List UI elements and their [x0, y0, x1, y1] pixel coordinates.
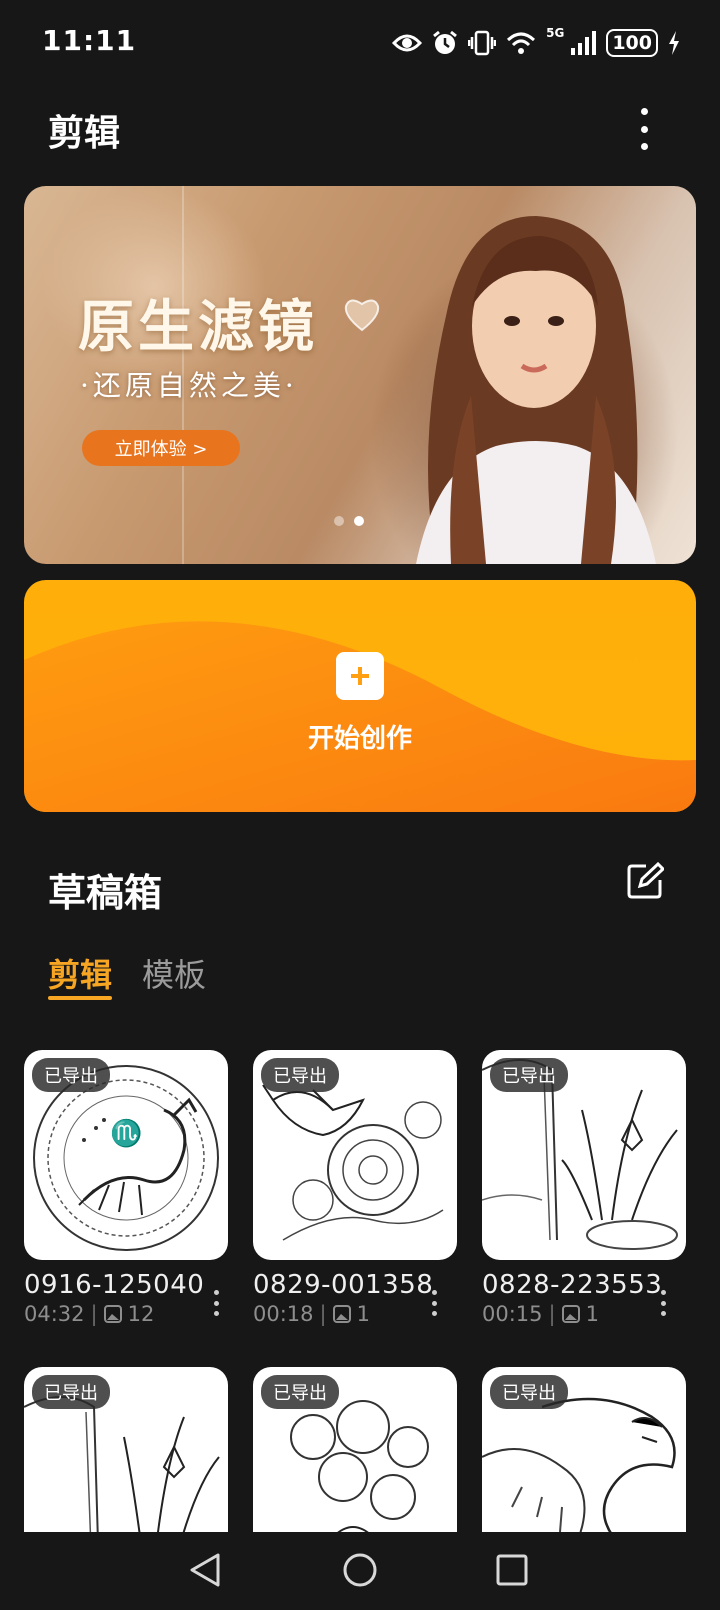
draft-duration: 00:15	[482, 1302, 543, 1326]
draft-clip-count: 1	[356, 1302, 370, 1326]
back-icon[interactable]	[188, 1552, 222, 1588]
meta-separator: |	[319, 1302, 327, 1326]
exported-badge: 已导出	[490, 1375, 568, 1409]
recents-icon[interactable]	[496, 1554, 528, 1586]
exported-badge: 已导出	[32, 1375, 110, 1409]
home-icon[interactable]	[342, 1552, 378, 1588]
alarm-icon	[433, 30, 458, 54]
meta-separator: |	[548, 1302, 556, 1326]
status-icons: 5G 100	[392, 26, 680, 60]
draft-thumbnail[interactable]: 已导出	[253, 1050, 457, 1260]
banner-title: 原生滤镜	[78, 294, 318, 360]
draft-item[interactable]: 已导出 0829-001358 00:18 | 1	[253, 1050, 457, 1326]
exported-badge: 已导出	[32, 1058, 110, 1092]
tab-active-indicator	[48, 996, 112, 1000]
signal-icon	[571, 31, 597, 55]
banner-dot	[334, 516, 344, 526]
start-create-label: 开始创作	[307, 724, 412, 754]
draft-name: 0829-001358	[253, 1270, 434, 1300]
banner-portrait	[416, 216, 656, 564]
try-now-button[interactable]: 立即体验 >	[82, 430, 240, 466]
draft-thumbnail[interactable]: ♏ 已导出	[24, 1050, 228, 1260]
draft-meta: 00:15 | 1	[482, 1302, 686, 1326]
edit-icon[interactable]	[626, 862, 664, 900]
tab-edit[interactable]: 剪辑	[48, 950, 112, 996]
start-create-button[interactable]: 开始创作	[24, 580, 696, 812]
banner-pagination	[334, 516, 364, 526]
image-icon	[332, 1305, 351, 1323]
more-vertical-icon[interactable]	[630, 104, 658, 154]
draft-name: 0828-223553	[482, 1270, 663, 1300]
battery-icon: 100	[606, 29, 658, 57]
network-type: 5G	[546, 26, 565, 40]
draft-meta: 04:32 | 12	[24, 1302, 228, 1326]
draft-meta: 00:18 | 1	[253, 1302, 457, 1326]
draft-clip-count: 12	[127, 1302, 155, 1326]
page-title: 剪辑	[48, 113, 121, 154]
draft-item[interactable]: 已导出 0828-223553 00:15 | 1	[482, 1050, 686, 1326]
wifi-icon	[507, 32, 536, 54]
draft-more-icon[interactable]	[211, 1290, 221, 1316]
exported-badge: 已导出	[490, 1058, 568, 1092]
draft-more-icon[interactable]	[429, 1290, 439, 1316]
draft-duration: 04:32	[24, 1302, 85, 1326]
exported-badge: 已导出	[261, 1375, 339, 1409]
heart-icon	[344, 299, 380, 332]
draft-item[interactable]: ♏ 已导出 0916-125040 04:32 | 12	[24, 1050, 228, 1326]
draft-name: 0916-125040	[24, 1270, 205, 1300]
plus-icon	[336, 652, 384, 700]
image-icon	[561, 1305, 580, 1323]
status-time: 11:11	[42, 24, 137, 57]
charging-icon	[669, 31, 679, 55]
vibrate-icon	[468, 30, 497, 56]
meta-separator: |	[90, 1302, 98, 1326]
image-icon	[103, 1305, 122, 1323]
banner-subtitle: ·还原自然之美·	[80, 369, 298, 402]
exported-badge: 已导出	[261, 1058, 339, 1092]
draft-more-icon[interactable]	[658, 1290, 668, 1316]
draft-duration: 00:18	[253, 1302, 314, 1326]
eye-icon	[392, 34, 423, 52]
svg-text:♏: ♏	[110, 1118, 142, 1149]
promo-banner[interactable]: 原生滤镜 ·还原自然之美· 立即体验 >	[24, 186, 696, 564]
draft-thumbnail[interactable]: 已导出	[482, 1050, 686, 1260]
draft-clip-count: 1	[585, 1302, 599, 1326]
tab-template[interactable]: 模板	[142, 950, 206, 996]
banner-dot-active	[354, 516, 364, 526]
drafts-title: 草稿箱	[48, 871, 163, 915]
